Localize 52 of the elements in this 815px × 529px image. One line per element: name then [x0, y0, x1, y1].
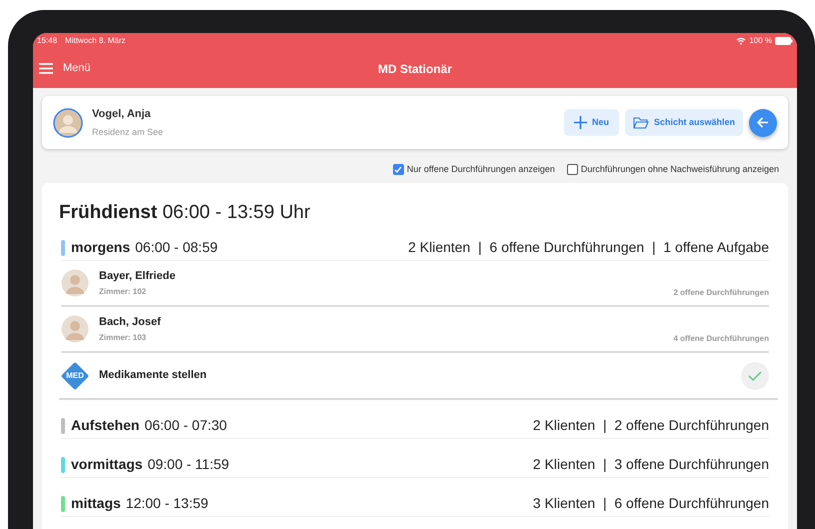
client-row[interactable]: Bach, Josef Zimmer: 103 4 offene Durchführungen: [61, 307, 769, 353]
period-time: 09:00 - 11:59: [148, 455, 230, 474]
period-name: Aufstehen: [71, 416, 140, 435]
status-time: 15:48: [37, 35, 58, 47]
client-avatar: [61, 269, 89, 297]
period-name: vormittags: [71, 455, 143, 474]
checkmark-icon: [741, 362, 769, 390]
checkbox[interactable]: [392, 164, 404, 176]
period-time: 06:00 - 08:59: [135, 238, 218, 257]
period-summary: 2 Klienten | 3 offene Durchführungen: [532, 455, 769, 474]
app-title: MD Stationär: [378, 60, 452, 78]
period-summary: 2 Klienten | 6 offene Durchführungen | 1 offene Aufgabe: [408, 238, 769, 257]
back-button[interactable]: [749, 108, 777, 136]
checkbox-label[interactable]: Nur offene Durchführungen anzeigen: [406, 163, 555, 176]
task-badge: MED: [61, 362, 89, 390]
left-arrow-icon: [757, 117, 769, 128]
task-label: Medikamente stellen: [99, 368, 207, 384]
period-time: 06:00 - 07:30: [144, 416, 227, 435]
client-row[interactable]: Bayer, Elfriede Zimmer: 102 2 offene Durchführungen: [61, 261, 769, 307]
client-avatar: [61, 315, 89, 343]
status-date: Mittwoch 8. März: [65, 35, 126, 47]
checkbox[interactable]: [566, 164, 578, 176]
period-name: mittags: [71, 494, 121, 513]
task-row[interactable]: MED Medikamente stellen: [61, 353, 769, 398]
client-open-count: 4 offene Durchführungen: [673, 333, 769, 345]
period-row[interactable]: vormittags 09:00 - 11:59 2 Klienten | 3 offene Durchführungen: [61, 452, 769, 478]
menu-button[interactable]: Menü: [39, 60, 91, 77]
checkbox-label[interactable]: Durchführungen ohne Nachweisführung anzeigen: [580, 163, 779, 176]
user-facility: Residenz am See: [92, 126, 164, 138]
user-name: Vogel, Anja: [92, 107, 152, 122]
wifi-icon: [736, 37, 746, 45]
period-summary: 2 Klienten | 2 offene Durchführungen: [532, 416, 769, 435]
period-row[interactable]: mittags 12:00 - 13:59 3 Klienten | 6 offene Durchführungen: [61, 491, 769, 517]
battery-percent: 100 %: [749, 35, 772, 47]
period-time: 12:00 - 13:59: [126, 494, 208, 513]
select-shift-button[interactable]: Schicht auswählen: [624, 109, 743, 136]
client-name: Bach, Josef: [99, 314, 161, 330]
menu-icon: [39, 63, 53, 74]
client-room: Zimmer: 103: [99, 332, 148, 344]
avatar: [53, 108, 83, 138]
client-open-count: 2 offene Durchführungen: [673, 287, 769, 299]
folder-icon: [632, 116, 649, 128]
shift-title: Frühdienst 06:00 - 13:59 Uhr: [59, 200, 312, 224]
client-room: Zimmer: 102: [99, 286, 148, 298]
plus-icon: [574, 116, 587, 129]
client-name: Bayer, Elfriede: [99, 268, 176, 284]
period-row[interactable]: morgens 06:00 - 08:59 2 Klienten | 6 offene Durchführungen | 1 offene Aufgabe: [61, 235, 769, 261]
period-summary: 3 Klienten | 6 offene Durchführungen: [532, 494, 769, 513]
period-name: morgens: [71, 238, 130, 257]
new-button[interactable]: Neu: [564, 109, 619, 136]
battery-icon: [775, 37, 793, 45]
period-row[interactable]: Aufstehen 06:00 - 07:30 2 Klienten | 2 offene Durchführungen: [61, 413, 769, 439]
